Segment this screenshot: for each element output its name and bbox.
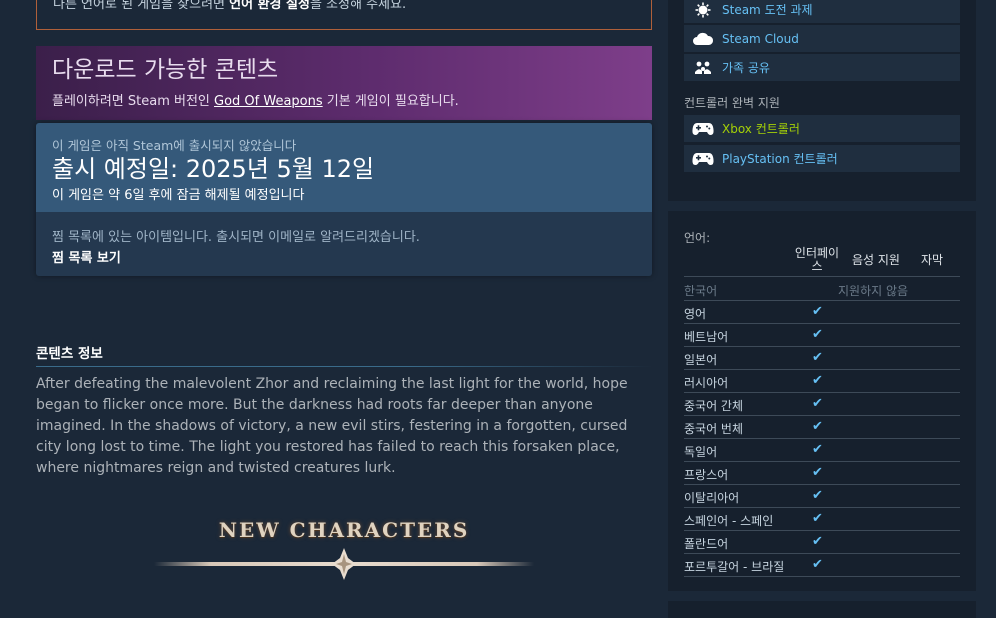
check-icon: ✔ xyxy=(812,534,823,549)
about-description: After defeating the malevolent Zhor and … xyxy=(36,376,628,476)
release-info: 이 게임은 아직 Steam에 출시되지 않았습니다 출시 예정일: 2025년… xyxy=(36,123,652,212)
new-characters-banner: NEW CHARACTERS xyxy=(154,510,534,590)
language-row: 영어 ✔ xyxy=(684,301,960,324)
dlc-title: 다운로드 가능한 콘텐츠 xyxy=(52,57,279,83)
gamepad-icon xyxy=(684,152,722,166)
check-icon: ✔ xyxy=(812,465,823,480)
language-name: 중국어 번체 xyxy=(684,422,744,436)
dlc-requirement: 플레이하려면 Steam 버전인 God Of Weapons 기본 게임이 필… xyxy=(52,90,636,109)
check-icon: ✔ xyxy=(812,488,823,503)
achievement-icon xyxy=(684,2,722,18)
header-subtitles: 자막 xyxy=(920,253,944,267)
family-icon xyxy=(684,60,722,76)
language-row: 한국어 지원하지 않음 xyxy=(684,278,960,301)
language-name: 중국어 간체 xyxy=(684,399,744,413)
language-row: 폴란드어 ✔ xyxy=(684,531,960,554)
language-name: 독일어 xyxy=(684,445,718,459)
controller-label: Xbox 컨트롤러 xyxy=(722,122,800,136)
language-name: 영어 xyxy=(684,307,707,321)
language-row: 중국어 간체 ✔ xyxy=(684,393,960,416)
check-icon: ✔ xyxy=(812,396,823,411)
languages-header: 인터페이스 음성 지원 자막 xyxy=(684,247,960,277)
check-icon: ✔ xyxy=(812,373,823,388)
header-audio: 음성 지원 xyxy=(852,253,900,267)
language-preference-notice: 다른 언어로 된 게임을 찾으려면 언어 환경 설정을 조정해 주세요. xyxy=(36,0,652,30)
cloud-icon xyxy=(684,32,722,46)
language-row: 중국어 번체 ✔ xyxy=(684,416,960,439)
dlc-sub-pre: 플레이하려면 Steam 버전인 xyxy=(52,94,215,109)
release-date: 출시 예정일: 2025년 5월 12일 xyxy=(52,155,375,183)
features-panel: Steam 도전 과제 Steam Cloud 가족 공유 컨트롤러 완벽 지원… xyxy=(668,0,976,201)
about-heading: 콘텐츠 정보 xyxy=(36,342,652,367)
check-icon: ✔ xyxy=(812,557,823,572)
language-name: 폴란드어 xyxy=(684,537,729,551)
language-name: 이탈리아어 xyxy=(684,491,740,505)
ornament-icon xyxy=(332,548,356,580)
notice-text-pre: 다른 언어로 된 게임을 찾으려면 xyxy=(53,0,230,12)
feature-label: Steam Cloud xyxy=(722,31,799,46)
view-wishlist-link[interactable]: 찜 목록 보기 xyxy=(52,247,121,266)
controller-support-label: 컨트롤러 완벽 지원 xyxy=(684,96,780,110)
language-row: 프랑스어 ✔ xyxy=(684,462,960,485)
language-row: 이탈리아어 ✔ xyxy=(684,485,960,508)
next-panel xyxy=(668,601,976,618)
unlock-countdown: 이 게임은 약 6일 후에 잠금 해제될 예정입니다 xyxy=(52,188,305,203)
controller-xbox[interactable]: Xbox 컨트롤러 xyxy=(684,115,960,142)
check-icon: ✔ xyxy=(812,511,823,526)
unsupported-text: 지원하지 않음 xyxy=(838,284,909,298)
language-row: 일본어 ✔ xyxy=(684,347,960,370)
language-name: 스페인어 - 스페인 xyxy=(684,514,774,528)
language-row: 러시아어 ✔ xyxy=(684,370,960,393)
language-name: 일본어 xyxy=(684,353,718,367)
not-released-text: 이 게임은 아직 Steam에 출시되지 않았습니다 xyxy=(52,138,297,153)
check-icon: ✔ xyxy=(812,442,823,457)
gamepad-icon xyxy=(684,122,722,136)
language-name: 한국어 xyxy=(684,284,718,298)
dlc-sub-post: 기본 게임이 필요합니다. xyxy=(322,94,459,109)
language-name: 프랑스어 xyxy=(684,468,729,482)
dlc-banner: 다운로드 가능한 콘텐츠 플레이하려면 Steam 버전인 God Of Wea… xyxy=(36,46,652,120)
feature-label: Steam 도전 과제 xyxy=(722,3,813,17)
feature-label: 가족 공유 xyxy=(722,61,770,75)
language-preferences-link[interactable]: 언어 환경 설정 xyxy=(229,0,310,12)
language-row: 베트남어 ✔ xyxy=(684,324,960,347)
languages-title: 언어: xyxy=(684,231,711,245)
base-game-link[interactable]: God Of Weapons xyxy=(214,94,323,109)
wishlist-info: 찜 목록에 있는 아이템입니다. 출시되면 이메일로 알려드리겠습니다. 찜 목… xyxy=(36,212,652,276)
header-interface: 인터페이스 xyxy=(794,246,840,273)
controller-playstation[interactable]: PlayStation 컨트롤러 xyxy=(684,145,960,172)
feature-cloud[interactable]: Steam Cloud xyxy=(684,25,960,52)
check-icon: ✔ xyxy=(812,304,823,319)
feature-family-sharing[interactable]: 가족 공유 xyxy=(684,54,960,81)
check-icon: ✔ xyxy=(812,327,823,342)
notice-text-post: 을 조정해 주세요. xyxy=(309,0,407,12)
feature-achievements[interactable]: Steam 도전 과제 xyxy=(684,0,960,23)
language-row: 스페인어 - 스페인 ✔ xyxy=(684,508,960,531)
language-name: 포르투갈어 - 브라질 xyxy=(684,560,785,574)
check-icon: ✔ xyxy=(812,350,823,365)
languages-panel: 언어: 인터페이스 음성 지원 자막 한국어 지원하지 않음 영어 ✔ 베트남어 ✔ 일본어… xyxy=(668,211,976,591)
wishlist-text: 찜 목록에 있는 아이템입니다. 출시되면 이메일로 알려드리겠습니다. xyxy=(52,230,420,245)
controller-label: PlayStation 컨트롤러 xyxy=(722,152,838,166)
check-icon: ✔ xyxy=(812,419,823,434)
language-row: 포르투갈어 - 브라질 ✔ xyxy=(684,554,960,577)
language-name: 베트남어 xyxy=(684,330,729,344)
coming-soon-box: 이 게임은 아직 Steam에 출시되지 않았습니다 출시 예정일: 2025년… xyxy=(36,123,652,276)
language-name: 러시아어 xyxy=(684,376,729,390)
language-row: 독일어 ✔ xyxy=(684,439,960,462)
banner-title: NEW CHARACTERS xyxy=(218,518,470,542)
